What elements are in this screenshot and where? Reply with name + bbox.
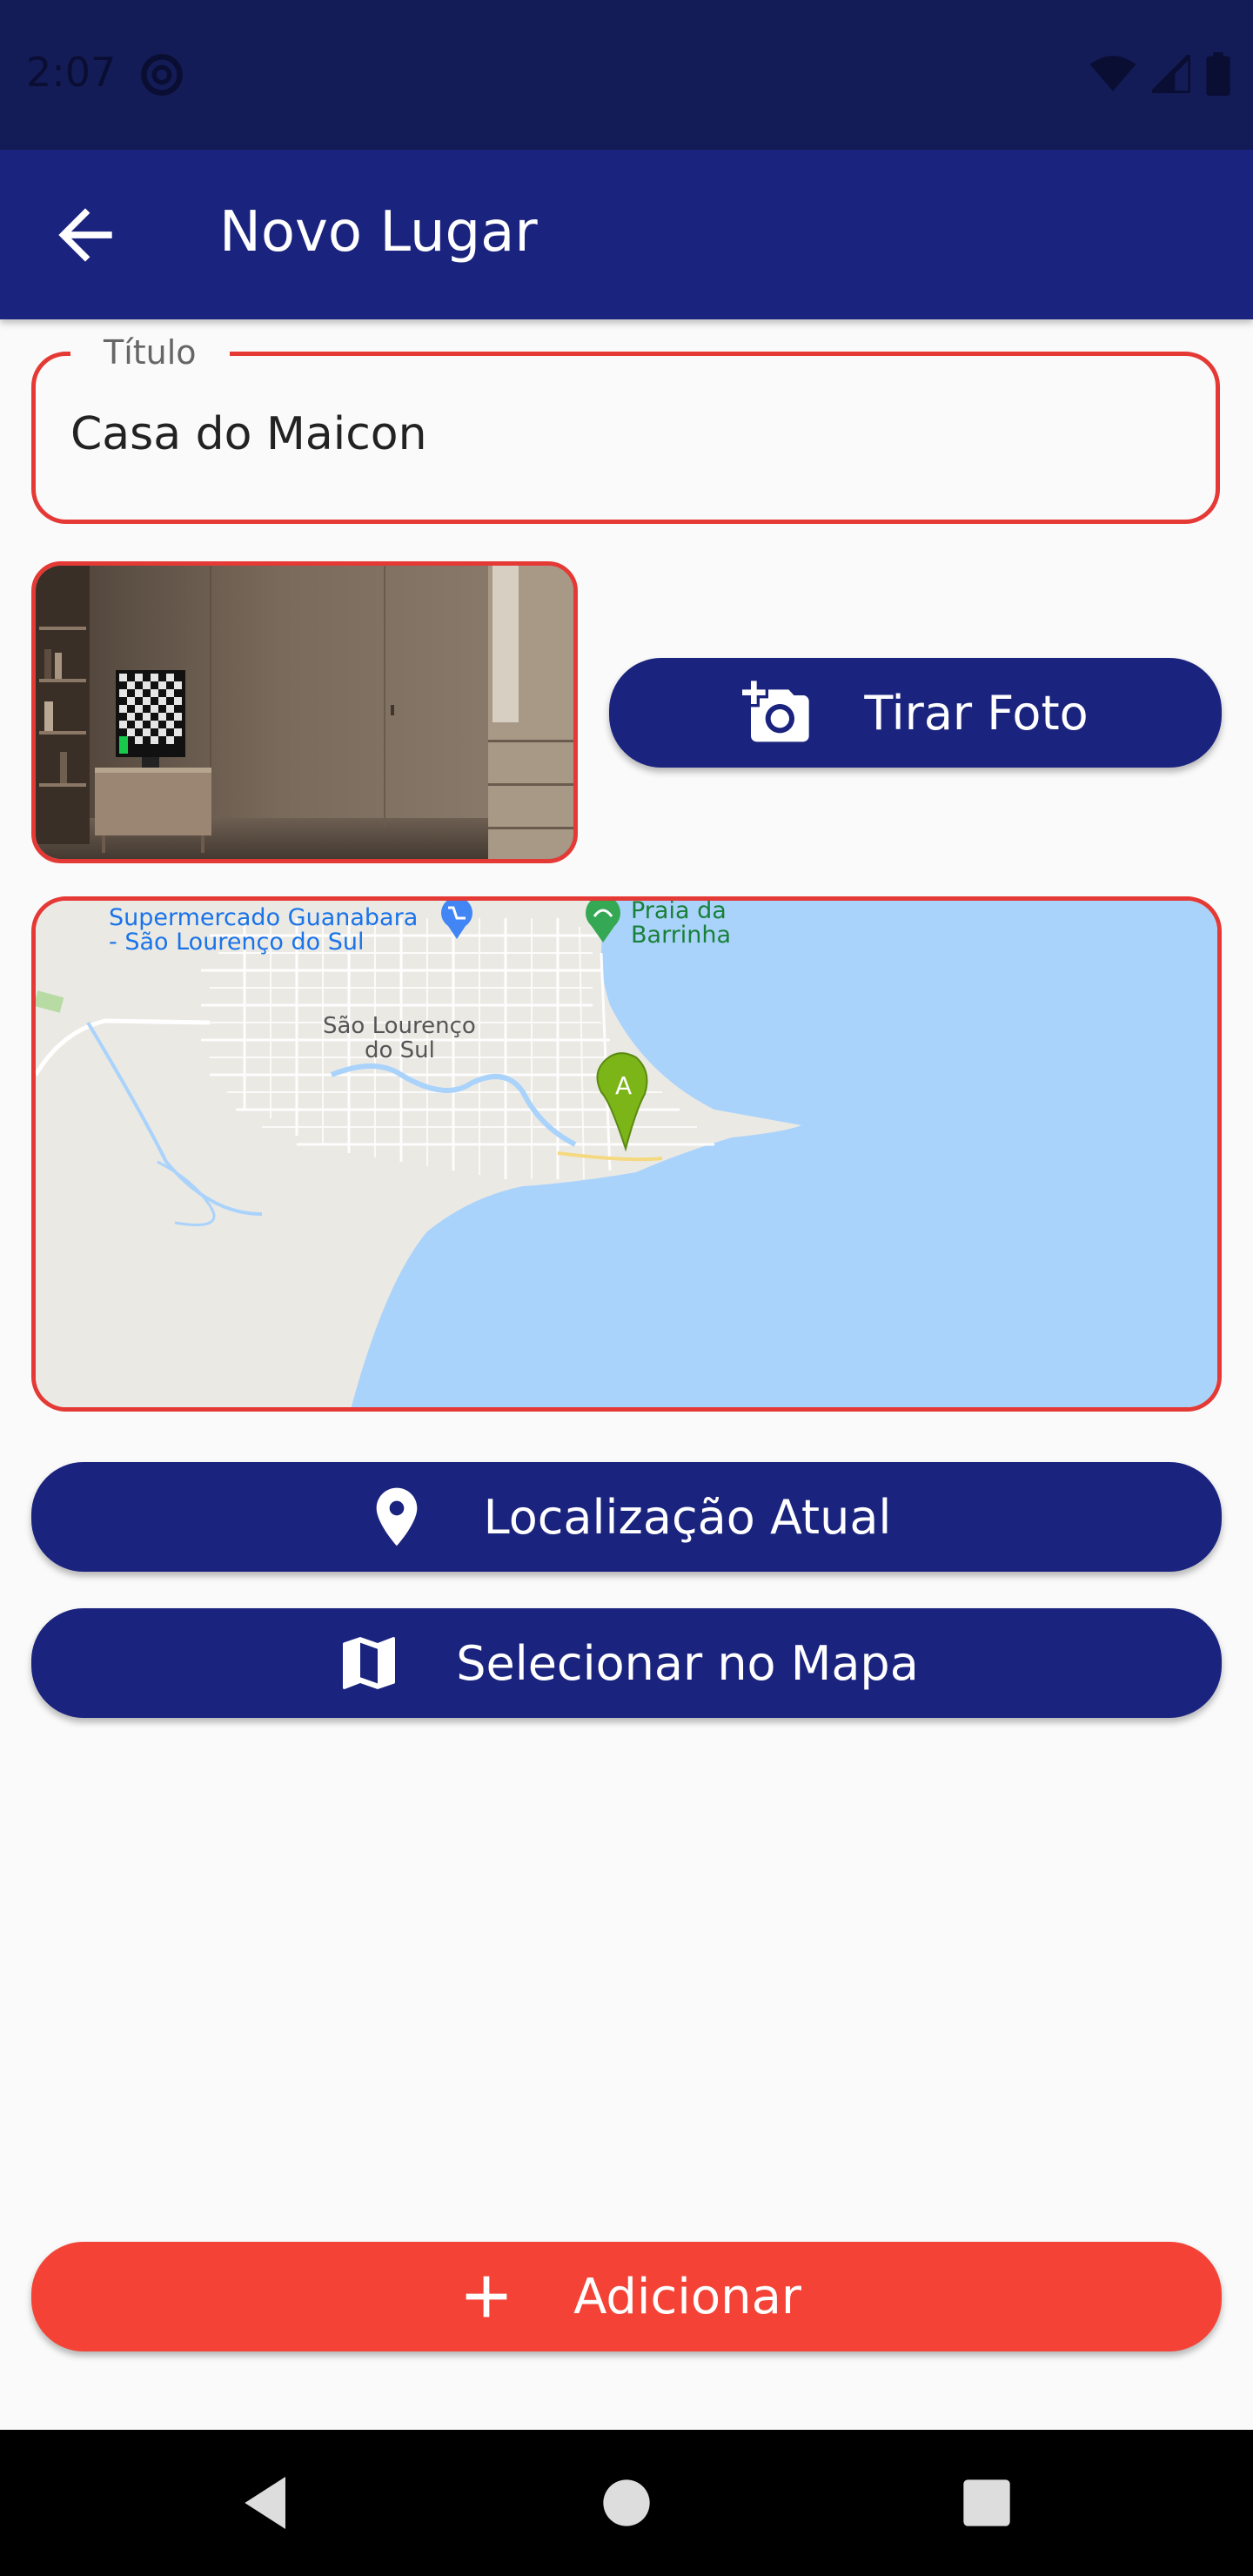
app-bar: Novo Lugar: [0, 150, 1253, 319]
title-field-label: Título: [70, 330, 230, 375]
page-title: Novo Lugar: [219, 200, 538, 265]
map-icon: [343, 1637, 396, 1689]
back-arrow-icon[interactable]: [45, 195, 125, 275]
system-nav-bar: [0, 2430, 1253, 2576]
current-location-button[interactable]: Localização Atual: [31, 1462, 1222, 1572]
title-input[interactable]: [70, 408, 1184, 460]
signal-icon: [1152, 55, 1190, 93]
map-label-beach: Praia da: [631, 901, 727, 924]
map-label-supermarket: Supermercado Guanabara: [109, 904, 418, 931]
room-photo: [36, 566, 573, 859]
add-label: Adicionar: [573, 2268, 801, 2325]
do-not-disturb-icon: [141, 54, 183, 96]
select-on-map-button[interactable]: Selecionar no Mapa: [31, 1608, 1222, 1718]
nav-back-icon[interactable]: [233, 2468, 303, 2538]
status-bar: 2:07: [0, 0, 1253, 150]
plus-icon: [466, 2276, 507, 2318]
map-marker-label: A: [615, 1071, 632, 1100]
add-a-photo-icon: [742, 681, 809, 742]
wifi-icon: [1089, 56, 1136, 91]
location-pin-icon: [376, 1487, 417, 1546]
map-label-city-2: do Sul: [365, 1037, 435, 1063]
status-time: 2:07: [26, 49, 117, 96]
map-label-supermarket-2: - São Lourenço do Sul: [109, 929, 364, 956]
battery-icon: [1206, 52, 1230, 96]
status-icons: [1089, 52, 1230, 96]
map-label-city: São Lourenço: [323, 1013, 476, 1039]
photo-preview: [31, 561, 578, 863]
map-preview: Supermercado Guanabara - São Lourenço do…: [31, 896, 1222, 1412]
add-button[interactable]: Adicionar: [31, 2242, 1222, 2351]
title-field[interactable]: Título: [31, 330, 1220, 524]
nav-recents-icon[interactable]: [952, 2468, 1022, 2538]
select-on-map-label: Selecionar no Mapa: [456, 1635, 919, 1691]
nav-home-icon[interactable]: [592, 2468, 661, 2538]
take-photo-label: Tirar Foto: [864, 685, 1089, 741]
map-image: Supermercado Guanabara - São Lourenço do…: [36, 901, 1217, 1407]
map-label-beach-2: Barrinha: [631, 922, 731, 949]
current-location-label: Localização Atual: [483, 1489, 892, 1545]
take-photo-button[interactable]: Tirar Foto: [609, 658, 1222, 768]
